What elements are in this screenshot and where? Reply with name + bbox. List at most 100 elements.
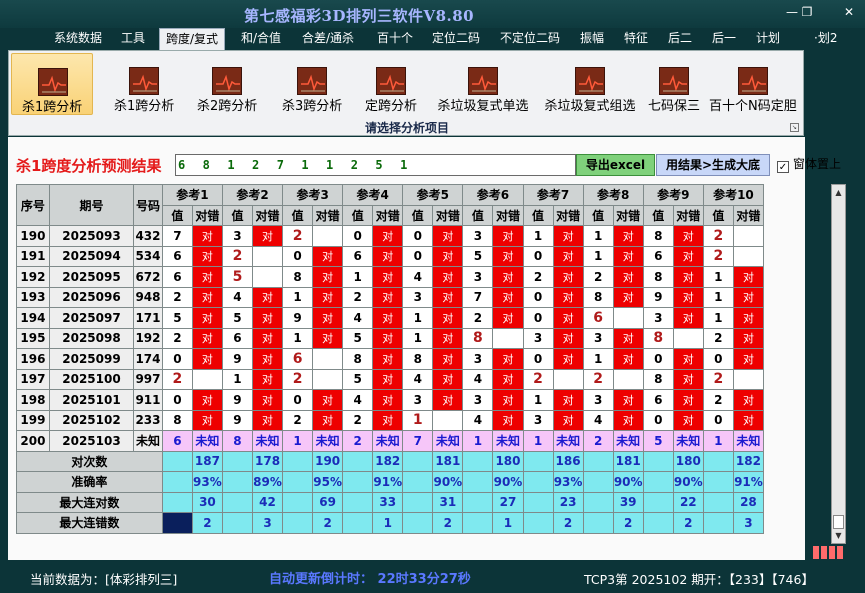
hit-cell: 对 [672, 409, 704, 431]
stats-blank-cell [522, 450, 554, 472]
row-seq: 196 [16, 348, 50, 370]
row-number: 未知 [133, 430, 163, 452]
table-row[interactable]: 191 2025094 534 6 对 2 0 对 6 对 0 对 5 对 0 对 1 对 6 对 2 [16, 245, 765, 267]
ref-value-cell: 1 [702, 286, 734, 308]
menu-item-0[interactable]: 系统数据 [54, 28, 102, 50]
menu-bar: 系统数据 工具 跨度/复式 和/合值 合差/通杀 百十个 定位二码 不定位二码 振幅 特征 后二 后一… [0, 28, 865, 50]
analysis-table: 序号 期号 号码 参考1 参考2 参考3 参考4 参考5 参考6 参考7 参考8 参考9 参考10 值 对错… [16, 184, 765, 534]
menu-item-10[interactable]: 后二 [668, 28, 692, 50]
stats-row: 最大连对数 30 42 69 33 31 27 23 39 22 28 [16, 491, 765, 513]
menu-item-11[interactable]: 后一 [712, 28, 736, 50]
ref-header-2: 参考2 [221, 184, 284, 206]
hit-cell: 对 [732, 286, 765, 308]
hit-cell: 对 [492, 368, 524, 390]
ref-value-cell: 0 [702, 348, 734, 370]
ref-value-cell: 1 [702, 266, 734, 288]
hit-cell: 对 [552, 225, 584, 247]
hit-cell: 对 [372, 368, 404, 390]
stats-blank-cell [221, 450, 254, 472]
row-number: 948 [133, 286, 163, 308]
ref-value-cell: 8 [402, 348, 434, 370]
close-icon[interactable]: ✕ [838, 4, 860, 20]
stats-value: 89% [251, 471, 284, 493]
ribbon-button-6[interactable]: 杀垃圾复式组选 [540, 53, 640, 115]
hit-cell: 对 [191, 348, 223, 370]
scroll-down-icon[interactable]: ▼ [832, 528, 845, 543]
stats-value: 30 [191, 491, 223, 513]
table-row[interactable]: 195 2025098 192 2 对 6 对 1 对 5 对 1 对 8 3 对 3 对 8 2 对 [16, 327, 765, 349]
row-seq: 191 [16, 245, 50, 267]
header-row: 序号 期号 号码 参考1 参考2 参考3 参考4 参考5 参考6 参考7 参考8 参考9 参考10 [16, 184, 765, 226]
stats-blank-cell [582, 471, 614, 493]
ref-value-cell: 6 [282, 348, 314, 370]
table-row[interactable]: 194 2025097 171 5 对 5 对 9 对 4 对 1 对 2 对 0 对 6 3 对 1 对 [16, 307, 765, 329]
stats-value: 187 [191, 450, 223, 472]
ref-header-7: 参考7 [522, 184, 584, 206]
ribbon-button-2[interactable]: 杀2跨分析 [185, 53, 269, 115]
chart-line-icon [297, 67, 327, 95]
ribbon-button-7[interactable]: 七码保三 [643, 53, 705, 115]
export-excel-button[interactable]: 导出excel [576, 154, 655, 176]
table-row[interactable]: 197 2025100 997 2 1 对 2 5 对 4 对 4 对 2 2 8 对 2 [16, 368, 765, 390]
checkbox-icon[interactable]: ✓ [777, 161, 789, 173]
stats-blank-cell [221, 491, 254, 513]
hit-cell: 对 [672, 368, 704, 390]
hit-cell: 对 [372, 307, 404, 329]
ref-value-cell: 3 [462, 225, 494, 247]
stats-blank-cell [282, 512, 314, 534]
table-row[interactable]: 199 2025102 233 8 对 9 对 2 对 2 对 1 4 对 3 对 4 对 0 对 0 对 [16, 409, 765, 431]
table-row[interactable]: 190 2025093 432 7 对 3 对 2 0 对 0 对 3 对 1 对 1 对 8 对 2 [16, 225, 765, 247]
menu-item-9[interactable]: 特征 [624, 28, 648, 50]
stats-value: 180 [492, 450, 524, 472]
ribbon-button-label: 杀垃圾复式组选 [544, 99, 636, 114]
row-number: 534 [133, 245, 163, 267]
table-row[interactable]: 198 2025101 911 0 对 9 对 0 对 4 对 3 对 3 对 1 对 3 对 6 对 2 对 [16, 389, 765, 411]
maximize-icon[interactable]: ❐ [796, 4, 818, 20]
vertical-scrollbar[interactable]: ▲ ▼ [831, 184, 846, 544]
unknown-row[interactable]: 200 2025103 未知 6 未知 8 未知 1 未知 2 未知 7 未知 1 未知 1 未知 2 未知 5 未知 1… [16, 430, 765, 452]
ribbon-button-3[interactable]: 杀3跨分析 [271, 53, 353, 115]
ref-value-cell: 2 [342, 286, 374, 308]
ribbon-expand-icon[interactable]: ↘ [790, 123, 799, 132]
generate-base-button[interactable]: 用结果>生成大底 [656, 154, 770, 176]
ribbon-button-8[interactable]: 百十个N码定胆 [707, 53, 799, 115]
hit-cell: 对 [732, 266, 765, 288]
scroll-up-icon[interactable]: ▲ [832, 185, 845, 200]
menu-item-13[interactable]: ·划2 [814, 28, 837, 50]
value-header: 值 [221, 204, 254, 226]
ref-value-cell: 2 [702, 245, 734, 267]
chart-line-icon [38, 68, 68, 96]
menu-item-5[interactable]: 百十个 [377, 28, 413, 50]
unknown-label: 未知 [251, 430, 284, 452]
ref-value-cell: 0 [522, 286, 554, 308]
menu-item-6[interactable]: 定位二码 [432, 28, 480, 50]
ref-value-cell: 3 [582, 327, 614, 349]
menu-item-12[interactable]: 计划 [756, 28, 780, 50]
hit-header: 对错 [612, 204, 644, 226]
topmost-checkbox[interactable]: ✓ 窗体置上 [777, 155, 841, 173]
stats-label: 对次数 [16, 450, 163, 472]
menu-item-4[interactable]: 合差/通杀 [302, 28, 354, 50]
table-row[interactable]: 193 2025096 948 2 对 4 对 1 对 2 对 3 对 7 对 0 对 8 对 9 对 1 对 [16, 286, 765, 308]
menu-item-3[interactable]: 和/合值 [241, 28, 281, 50]
row-number: 672 [133, 266, 163, 288]
col-header-seq: 序号 [16, 184, 50, 226]
hit-cell: 对 [552, 327, 584, 349]
menu-item-7[interactable]: 不定位二码 [500, 28, 560, 50]
scroll-thumb[interactable] [833, 515, 844, 529]
ribbon-button-5[interactable]: 杀垃圾复式单选 [429, 53, 537, 115]
ribbon-button-1[interactable]: 杀1跨分析 [105, 53, 183, 115]
result-values-field[interactable]: 6 8 1 2 7 1 1 2 5 1 [175, 154, 576, 176]
ribbon-button-4[interactable]: 定跨分析 [356, 53, 426, 115]
row-period: 2025095 [48, 266, 135, 288]
table-row[interactable]: 196 2025099 174 0 对 9 对 6 8 对 8 对 3 对 0 对 1 对 0 对 0 对 [16, 348, 765, 370]
ribbon-button-0[interactable]: 杀1跨分析 [11, 53, 93, 115]
menu-item-1[interactable]: 工具 [121, 28, 145, 50]
table-row[interactable]: 192 2025095 672 6 对 5 8 对 1 对 4 对 3 对 2 对 2 对 8 对 1 对 [16, 266, 765, 288]
menu-item-8[interactable]: 振幅 [580, 28, 604, 50]
indicator-mark [837, 546, 843, 559]
ref-value-cell: 2 [522, 266, 554, 288]
menu-item-2[interactable]: 跨度/复式 [159, 28, 226, 50]
hit-cell: 对 [552, 266, 584, 288]
hit-cell: 对 [492, 307, 524, 329]
